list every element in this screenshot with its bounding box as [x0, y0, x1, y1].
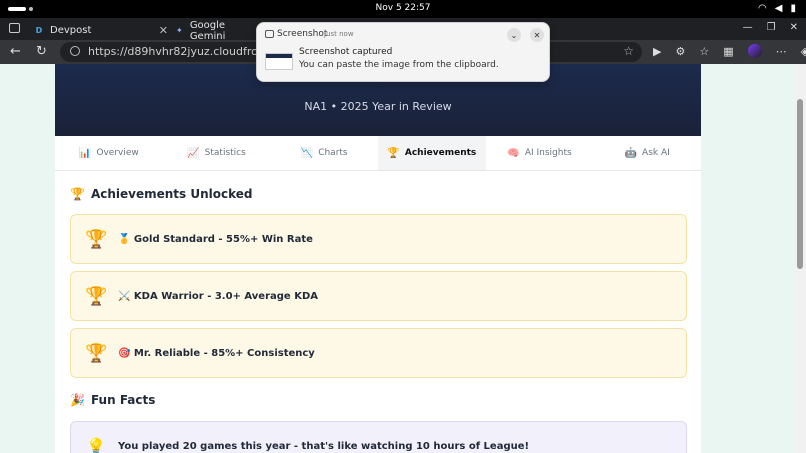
chart-icon: 📊 [78, 147, 92, 159]
site-info-icon[interactable] [70, 46, 80, 56]
close-window-icon[interactable]: ✕ [790, 22, 798, 33]
trophy-icon: 🏆 [70, 187, 85, 201]
wifi-icon: ◠ [758, 3, 767, 14]
extension-icon[interactable]: ▶ [653, 45, 661, 58]
achievement-item: 🏆 ⚔️ KDA Warrior - 3.0+ Average KDA [70, 271, 687, 321]
notification-body: You can paste the image from the clipboa… [299, 60, 499, 70]
screenshot-notification[interactable]: Screenshot Just now ⌄ ✕ Screenshot captu… [256, 22, 550, 82]
notification-time: Just now [324, 30, 354, 38]
system-tray[interactable]: ◠ ◀ ▮ [758, 3, 796, 14]
more-menu-icon[interactable]: ⋯ [776, 45, 787, 58]
tab-achievements[interactable]: 🏆 Achievements [378, 136, 486, 170]
trophy-icon: 🏆 [387, 147, 400, 159]
browser-tab-gemini[interactable]: ✦ Google Gemini [175, 19, 255, 42]
achievement-label: 🥇 Gold Standard - 55%+ Win Rate [118, 233, 313, 245]
robot-icon: 🤖 [624, 147, 638, 159]
fun-fact-label: You played 20 games this year - that's l… [118, 440, 530, 452]
trend-up-icon: 📈 [187, 147, 200, 159]
achievement-label: ⚔️ KDA Warrior - 3.0+ Average KDA [118, 290, 318, 302]
tab-search-icon[interactable] [9, 23, 20, 33]
devpost-icon: D [35, 26, 43, 35]
tab-title: Devpost [50, 25, 92, 36]
toolbar-icons: ▶ ⚙ ☆ ▦ ⋯ ◈ [653, 44, 806, 58]
achievement-item: 🏆 🎯 Mr. Reliable - 85%+ Consistency [70, 328, 687, 378]
fun-facts-title: Fun Facts [90, 393, 156, 407]
copilot-icon[interactable]: ◈ [801, 45, 806, 58]
page-viewport: NA1 • 2025 Year in Review 📊 Overview 📈 S… [0, 64, 795, 453]
notification-title: Screenshot captured [299, 47, 393, 57]
trend-down-icon: 📉 [300, 147, 314, 159]
achievement-item: 🏆 🥇 Gold Standard - 55%+ Win Rate [70, 214, 687, 264]
system-clock[interactable]: Nov 5 22:57 [0, 3, 806, 13]
trophy-icon: 🏆 [85, 228, 108, 250]
chevron-down-icon[interactable]: ⌄ [507, 28, 521, 42]
fun-fact-item: 💡 You played 20 games this year - that's… [70, 421, 687, 453]
gemini-icon: ✦ [176, 26, 183, 35]
tab-overview[interactable]: 📊 Overview [55, 136, 163, 170]
year-review-card: NA1 • 2025 Year in Review 📊 Overview 📈 S… [55, 64, 701, 453]
back-arrow-icon[interactable]: ← [10, 44, 21, 59]
tab-ask-ai[interactable]: 🤖 Ask AI [593, 136, 701, 170]
trophy-icon: 🏆 [85, 285, 108, 307]
screenshot-thumbnail [265, 53, 293, 70]
battery-icon: ▮ [790, 3, 796, 14]
page-scrollbar[interactable] [795, 64, 806, 453]
profile-avatar[interactable] [747, 44, 762, 58]
bookmark-star-icon[interactable]: ☆ [623, 44, 634, 58]
achievement-label: 🎯 Mr. Reliable - 85%+ Consistency [118, 347, 315, 359]
maximize-icon[interactable]: ❐ [767, 22, 776, 33]
screenshot-icon [265, 30, 274, 38]
system-top-bar: Nov 5 22:57 ◠ ◀ ▮ [0, 0, 806, 18]
favorites-icon[interactable]: ☆ [699, 45, 709, 58]
tab-charts[interactable]: 📉 Charts [270, 136, 378, 170]
scrollbar-thumb[interactable] [797, 99, 803, 269]
minimize-icon[interactable]: — [743, 22, 753, 33]
tab-label: Ask AI [642, 148, 670, 158]
notification-app-name: Screenshot [277, 29, 328, 39]
tab-ai-insights[interactable]: 🧠 AI Insights [486, 136, 594, 170]
close-tab-icon[interactable]: ✕ [159, 24, 168, 37]
hero-subtitle: NA1 • 2025 Year in Review [304, 100, 452, 113]
achievements-title: Achievements Unlocked [90, 187, 253, 201]
collections-icon[interactable]: ▦ [723, 45, 733, 58]
tab-label: AI Insights [524, 148, 572, 158]
party-popper-icon: 🎉 [70, 393, 85, 407]
puzzle-icon[interactable]: ⚙ [675, 45, 685, 58]
tab-label: Statistics [204, 148, 246, 158]
trophy-icon: 🏆 [85, 342, 108, 364]
volume-icon: ◀ [774, 3, 783, 14]
tab-label: Achievements [404, 148, 477, 158]
close-icon[interactable]: ✕ [530, 28, 544, 42]
reload-icon[interactable]: ↻ [36, 44, 47, 59]
tab-label: Charts [318, 148, 348, 158]
fun-facts-heading: 🎉 Fun Facts [70, 393, 155, 407]
browser-tab-devpost[interactable]: D Devpost ✕ [34, 21, 168, 40]
tab-label: Overview [96, 148, 139, 158]
window-controls: — ❐ ✕ [743, 22, 798, 33]
section-tabs: 📊 Overview 📈 Statistics 📉 Charts 🏆 Achie… [55, 136, 701, 171]
lightbulb-icon: 💡 [86, 436, 106, 453]
achievements-heading: 🏆 Achievements Unlocked [70, 187, 253, 201]
brain-icon: 🧠 [507, 147, 520, 159]
tab-statistics[interactable]: 📈 Statistics [163, 136, 271, 170]
tab-title: Google Gemini [189, 19, 226, 42]
